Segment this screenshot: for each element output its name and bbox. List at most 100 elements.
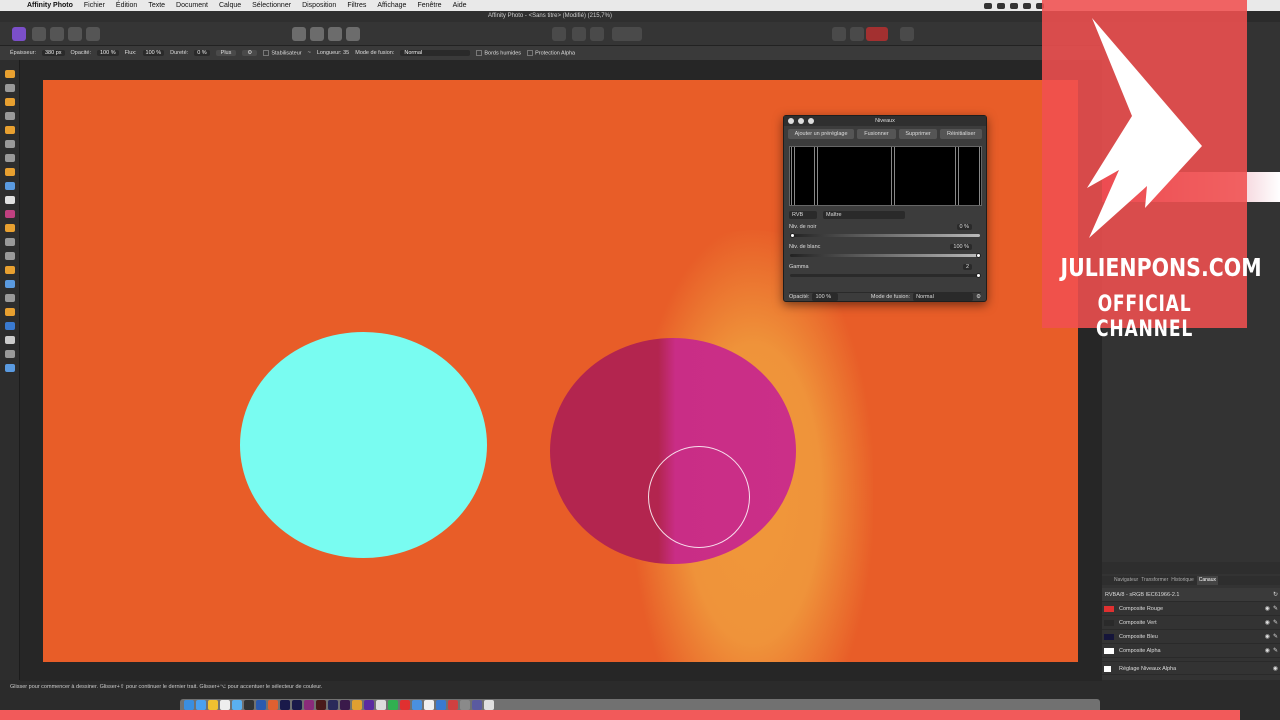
dock-app-icon[interactable]: [196, 700, 206, 710]
dock-app-icon[interactable]: [256, 700, 266, 710]
white-balance-icon[interactable]: [346, 27, 360, 41]
length-label[interactable]: Longueur: 35: [317, 50, 349, 56]
edit-icon[interactable]: ✎: [1273, 630, 1278, 644]
menu-document[interactable]: Document: [176, 2, 208, 9]
dock-app-icon[interactable]: [280, 700, 290, 710]
dock-app-icon[interactable]: [268, 700, 278, 710]
dock-app-icon[interactable]: [292, 700, 302, 710]
pen-tool-icon[interactable]: [5, 308, 15, 316]
dock-app-icon[interactable]: [316, 700, 326, 710]
blend-mode-select[interactable]: Normal: [400, 50, 471, 56]
dock-app-icon[interactable]: [388, 700, 398, 710]
tab-channels[interactable]: Canaux: [1196, 576, 1218, 585]
dock-app-icon[interactable]: [328, 700, 338, 710]
color-wheel-icon[interactable]: [292, 27, 306, 41]
black-level-slider[interactable]: [790, 234, 980, 237]
gamma-slider[interactable]: [790, 274, 980, 277]
color-replace-tool-icon[interactable]: [5, 210, 15, 218]
merge-button[interactable]: Fusionner: [857, 129, 896, 139]
thickness-field[interactable]: 380 px: [42, 50, 65, 56]
tab-transform[interactable]: Transformer: [1141, 576, 1168, 585]
menu-edit[interactable]: Édition: [116, 2, 137, 9]
black-level-value[interactable]: 0 %: [956, 224, 972, 230]
text-tool-icon[interactable]: [5, 336, 15, 344]
zoom-tool-icon[interactable]: [5, 364, 15, 372]
visibility-icon[interactable]: ◉: [1265, 602, 1270, 616]
close-icon[interactable]: [788, 118, 794, 124]
delete-button[interactable]: Supprimer: [898, 129, 938, 139]
channel-select[interactable]: RVB: [789, 211, 817, 219]
rope-mode-icon[interactable]: ~: [308, 50, 311, 56]
visibility-icon[interactable]: ◉: [1273, 662, 1278, 676]
refresh-icon[interactable]: ↻: [1273, 588, 1278, 602]
selection-mode-icon[interactable]: [552, 27, 566, 41]
menu-filters[interactable]: Filtres: [347, 2, 366, 9]
reset-button[interactable]: Réinitialiser: [940, 129, 982, 139]
snapping-icon[interactable]: [832, 27, 846, 41]
more-button[interactable]: Plus: [215, 50, 237, 56]
status-icon[interactable]: [1023, 2, 1031, 9]
tab-navigator[interactable]: Navigateur: [1114, 576, 1138, 585]
dock-app-icon[interactable]: [208, 700, 218, 710]
persona-photo-icon[interactable]: [12, 27, 26, 41]
menu-arrange[interactable]: Disposition: [302, 2, 336, 9]
flood-select-tool-icon[interactable]: [5, 140, 15, 148]
dock-app-icon[interactable]: [232, 700, 242, 710]
menu-file[interactable]: Fichier: [84, 2, 105, 9]
quick-mask-button[interactable]: [612, 27, 642, 41]
selection-brush-tool-icon[interactable]: [5, 126, 15, 134]
dock-app-icon[interactable]: [244, 700, 254, 710]
stabilizer-checkbox[interactable]: [263, 49, 270, 56]
hsl-icon[interactable]: [328, 27, 342, 41]
assistant-icon[interactable]: [866, 27, 888, 41]
add-preset-button[interactable]: Ajouter un préréglage: [788, 129, 855, 139]
persona-tonemap-icon[interactable]: [68, 27, 82, 41]
color-picker-tool-icon[interactable]: [5, 98, 15, 106]
dock-app-icon[interactable]: [340, 700, 350, 710]
menu-window[interactable]: Fenêtre: [417, 2, 441, 9]
channel-row-green[interactable]: Composite Vert ◉ ✎: [1102, 616, 1280, 630]
minimize-icon[interactable]: [798, 118, 804, 124]
status-icon[interactable]: [997, 2, 1005, 9]
brush-settings-icon[interactable]: ⚙: [242, 50, 258, 56]
levels-blend-select[interactable]: Normal: [913, 292, 974, 301]
macro-icon[interactable]: [900, 27, 914, 41]
selection-subtract-icon[interactable]: [590, 27, 604, 41]
paint-brush-tool-icon[interactable]: [5, 196, 15, 204]
visibility-icon[interactable]: ◉: [1265, 630, 1270, 644]
levels-settings-icon[interactable]: ⚙: [976, 294, 981, 300]
dock-app-icon[interactable]: [436, 700, 446, 710]
edit-icon[interactable]: ✎: [1273, 616, 1278, 630]
levels-icon[interactable]: [310, 27, 324, 41]
white-level-slider[interactable]: [790, 254, 980, 257]
dock-app-icon[interactable]: [400, 700, 410, 710]
zoom-icon[interactable]: [808, 118, 814, 124]
gamma-handle[interactable]: [976, 273, 981, 278]
menu-select[interactable]: Sélectionner: [252, 2, 291, 9]
channel-mode-select[interactable]: Maître: [823, 211, 905, 219]
persona-liquify-icon[interactable]: [32, 27, 46, 41]
hand-tool-icon[interactable]: [5, 70, 15, 78]
dock-app-icon[interactable]: [460, 700, 470, 710]
menu-text[interactable]: Texte: [148, 2, 165, 9]
dock-app-icon[interactable]: [352, 700, 362, 710]
gamma-value[interactable]: 2: [962, 264, 972, 270]
menu-layer[interactable]: Calque: [219, 2, 241, 9]
visibility-icon[interactable]: ◉: [1265, 644, 1270, 658]
dock-app-icon[interactable]: [472, 700, 482, 710]
edit-icon[interactable]: ✎: [1273, 602, 1278, 616]
dock-app-icon[interactable]: [304, 700, 314, 710]
visibility-icon[interactable]: ◉: [1265, 616, 1270, 630]
gradient-tool-icon[interactable]: [5, 182, 15, 190]
flood-fill-tool-icon[interactable]: [5, 168, 15, 176]
menu-app[interactable]: Affinity Photo: [27, 2, 73, 9]
dock-app-icon[interactable]: [424, 700, 434, 710]
channel-row-red[interactable]: Composite Rouge ◉ ✎: [1102, 602, 1280, 616]
menu-view[interactable]: Affichage: [377, 2, 406, 9]
dock-app-icon[interactable]: [412, 700, 422, 710]
white-level-value[interactable]: 100 %: [950, 244, 972, 250]
selection-add-icon[interactable]: [572, 27, 586, 41]
clone-tool-icon[interactable]: [5, 252, 15, 260]
wet-edges-checkbox[interactable]: [476, 49, 483, 56]
channel-row-alpha[interactable]: Composite Alpha ◉ ✎: [1102, 644, 1280, 658]
